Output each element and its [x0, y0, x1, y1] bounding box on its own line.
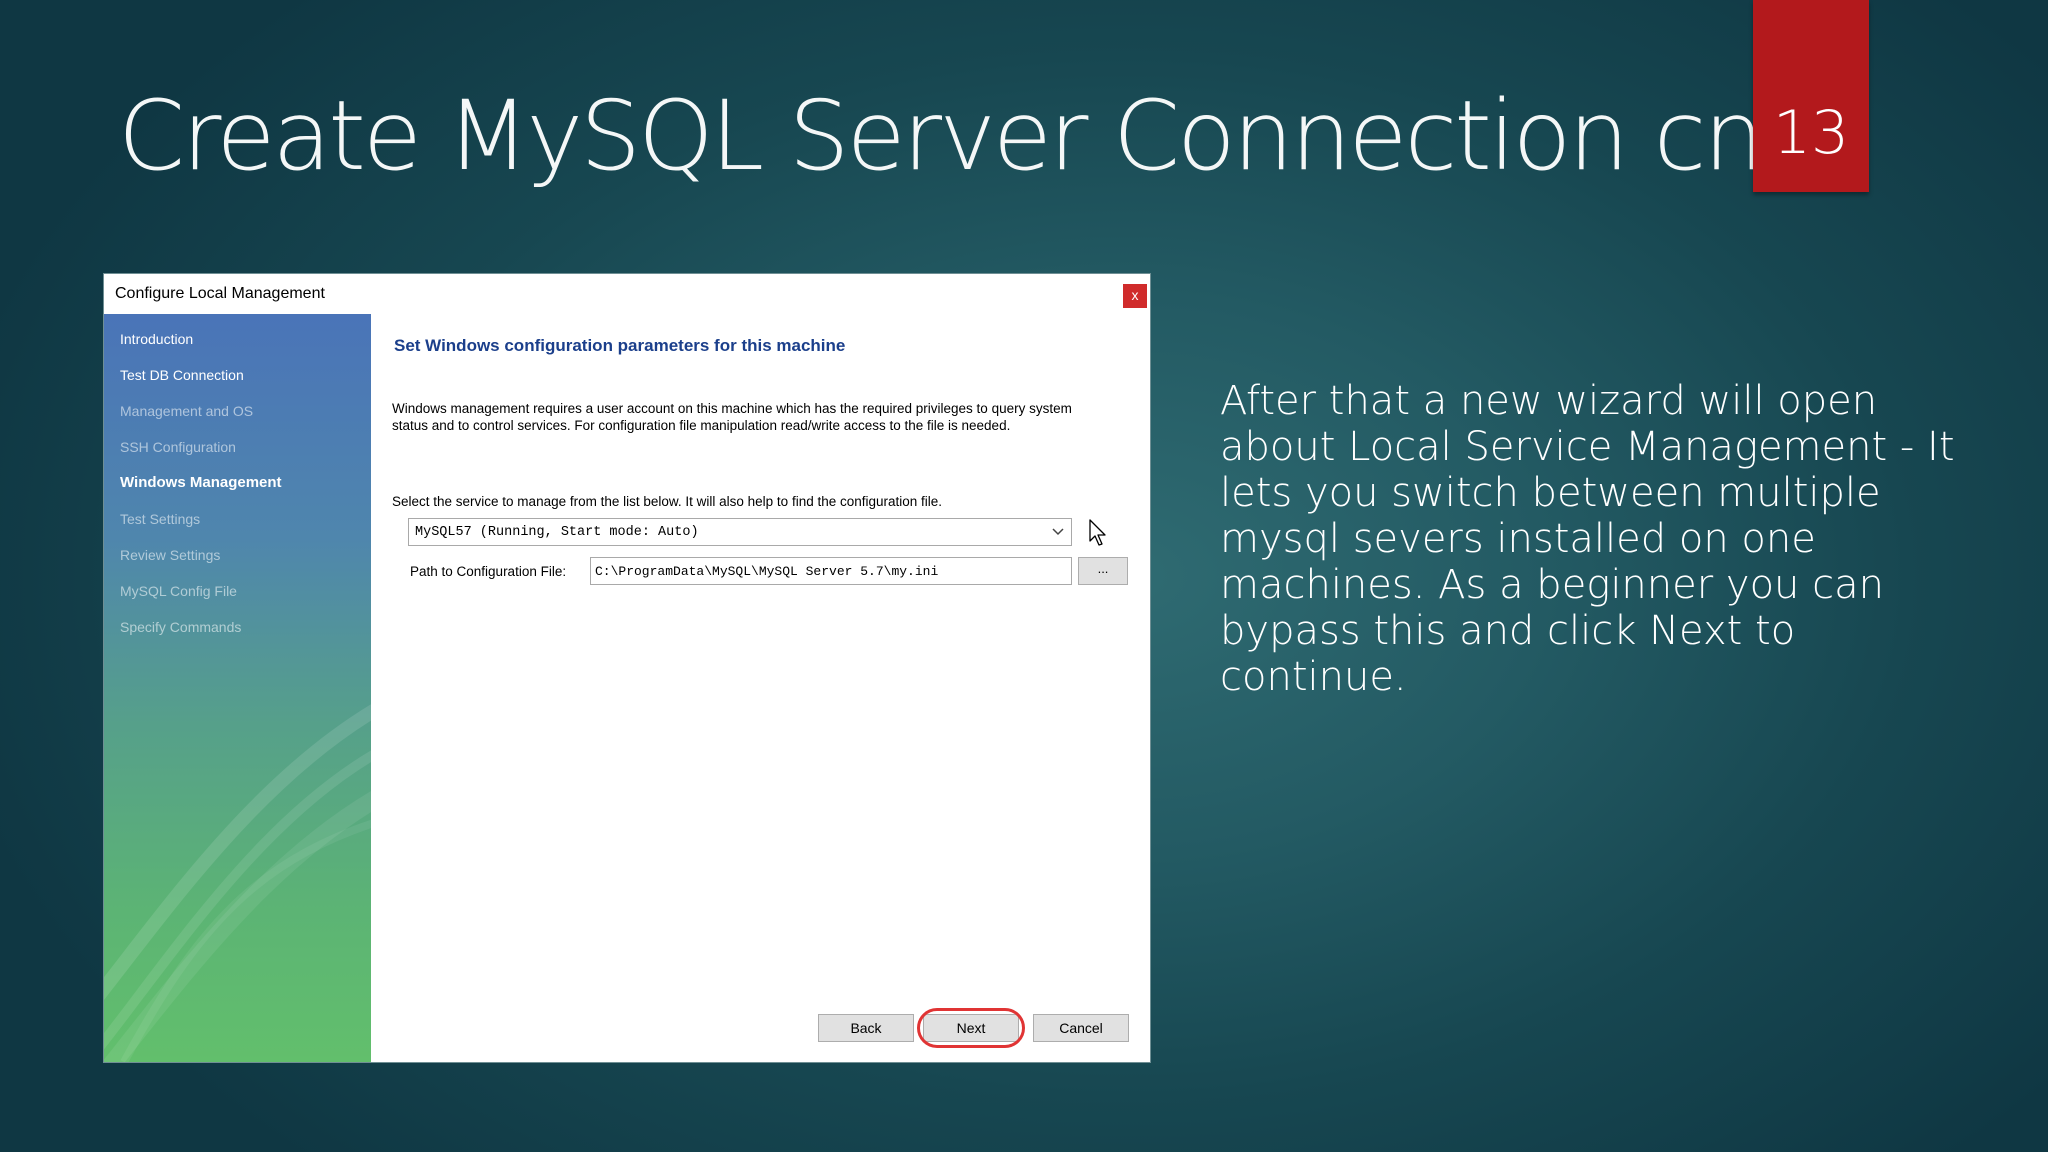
sidebar-item-mysql-config-file: MySQL Config File — [120, 583, 237, 599]
back-button[interactable]: Back — [818, 1014, 914, 1042]
close-icon: x — [1131, 287, 1139, 303]
slide-body-text: After that a new wizard will open about … — [1220, 378, 1955, 700]
dialog-title: Configure Local Management — [115, 285, 325, 302]
wizard-sidebar: Introduction Test DB Connection Manageme… — [104, 314, 371, 1062]
sidebar-swoosh-decoration — [104, 704, 371, 1062]
sidebar-item-test-settings: Test Settings — [120, 511, 201, 527]
config-path-input[interactable] — [590, 557, 1072, 585]
dialog-titlebar: Configure Local Management x — [104, 274, 1150, 314]
page-number: 13 — [1772, 98, 1850, 168]
chevron-down-icon — [1052, 528, 1064, 536]
next-button-highlight — [917, 1008, 1025, 1048]
service-select[interactable]: MySQL57 (Running, Start mode: Auto) — [408, 518, 1072, 546]
config-path-label: Path to Configuration File: — [410, 564, 567, 579]
sidebar-item-specify-commands: Specify Commands — [120, 619, 242, 635]
slide-title: Create MySQL Server Connection cnt.. — [118, 80, 1854, 192]
content-description: Windows management requires a user accou… — [392, 401, 1072, 433]
sidebar-item-windows-management: Windows Management — [120, 474, 282, 491]
service-select-value: MySQL57 (Running, Start mode: Auto) — [415, 525, 699, 540]
mouse-cursor-icon — [1089, 519, 1106, 546]
content-heading: Set Windows configuration parameters for… — [394, 336, 846, 355]
browse-button[interactable]: ... — [1078, 557, 1128, 585]
configure-local-management-dialog: Configure Local Management x Introductio… — [104, 274, 1150, 1062]
cancel-button[interactable]: Cancel — [1033, 1014, 1129, 1042]
sidebar-item-review-settings: Review Settings — [120, 547, 221, 563]
page-number-badge: 13 — [1753, 0, 1869, 192]
sidebar-item-introduction: Introduction — [120, 331, 194, 347]
sidebar-item-ssh-configuration: SSH Configuration — [120, 439, 236, 455]
sidebar-item-test-db-connection: Test DB Connection — [120, 367, 244, 383]
service-select-label: Select the service to manage from the li… — [392, 494, 943, 509]
close-button[interactable]: x — [1123, 284, 1147, 308]
sidebar-item-management-and-os: Management and OS — [120, 403, 254, 419]
